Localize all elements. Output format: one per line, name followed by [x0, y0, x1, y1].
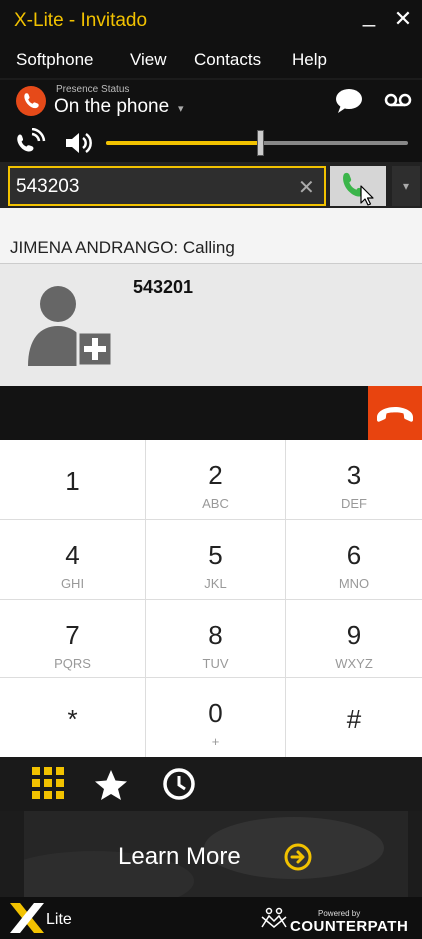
call-options-dropdown[interactable]: ▾ [392, 166, 420, 206]
powered-by-label: Powered by [318, 909, 361, 918]
history-clock-icon[interactable] [162, 767, 196, 806]
dial-key-5[interactable]: 5 JKL [146, 520, 286, 600]
key-digit: 7 [65, 620, 80, 650]
active-call-bar [0, 386, 422, 440]
volume-slider[interactable] [106, 130, 408, 156]
brand-name: Lite [46, 911, 72, 928]
dialpad-grid-icon[interactable] [32, 767, 64, 804]
hangup-button[interactable] [368, 386, 422, 440]
dial-key-7[interactable]: 7 PQRS [0, 600, 146, 678]
dial-key-3[interactable]: 3 DEF [286, 440, 422, 520]
menu-view[interactable]: View [130, 50, 167, 70]
hangup-icon [377, 407, 413, 422]
key-letters: WXYZ [335, 656, 373, 671]
dial-key-hash[interactable]: # [286, 678, 422, 757]
call-status-bar: JIMENA ANDRANGO: Calling [0, 208, 422, 264]
key-digit: 9 [346, 620, 362, 650]
key-digit: # [346, 704, 362, 734]
add-contact-icon[interactable] [24, 284, 116, 373]
call-status-text: JIMENA ANDRANGO: Calling [10, 238, 235, 257]
menu-bar: Softphone View Contacts Help [0, 44, 422, 78]
bottom-nav [0, 757, 422, 811]
key-digit: 8 [208, 620, 223, 650]
key-letters: PQRS [54, 656, 91, 671]
volume-slider-fill [106, 141, 261, 145]
dial-key-star[interactable]: * [0, 678, 146, 757]
key-letters: GHI [60, 576, 85, 591]
key-digit: 1 [65, 466, 80, 496]
dial-key-2[interactable]: 2 ABC [146, 440, 286, 520]
key-letters: + [211, 734, 220, 749]
dial-number-value: 543203 [16, 176, 80, 197]
speaker-icon[interactable] [64, 130, 96, 161]
minimize-button[interactable]: _ [356, 2, 382, 28]
learn-more-banner[interactable]: Learn More [24, 811, 408, 897]
key-digit: 4 [65, 540, 80, 570]
menu-softphone[interactable]: Softphone [16, 50, 94, 70]
clear-icon[interactable]: ✕ [298, 175, 315, 200]
key-letters: ABC [202, 496, 229, 511]
dial-key-9[interactable]: 9 WXYZ [286, 600, 422, 678]
chat-icon[interactable] [334, 88, 364, 119]
footer: Lite Powered by COUNTERPATH [0, 897, 422, 939]
key-digit: * [67, 704, 78, 734]
key-letters: JKL [204, 576, 227, 591]
key-digit: 3 [346, 460, 362, 490]
learn-more-label: Learn More [118, 843, 241, 870]
phone-volume-icon[interactable] [12, 127, 46, 163]
call-icon [343, 172, 374, 206]
voicemail-icon[interactable] [384, 92, 412, 113]
dial-key-4[interactable]: 4 GHI [0, 520, 146, 600]
phone-icon [24, 93, 39, 109]
xlite-logo-icon [8, 901, 46, 939]
app-title: X-Lite - Invitado [14, 10, 148, 31]
key-letters: DEF [341, 496, 367, 511]
close-button[interactable]: ✕ [390, 6, 416, 32]
call-panel: JIMENA ANDRANGO: Calling 543201 [0, 208, 422, 386]
presence-status-icon[interactable] [16, 86, 46, 116]
call-number: 543201 [133, 277, 194, 297]
menu-help[interactable]: Help [292, 50, 327, 70]
key-digit: 5 [208, 540, 223, 570]
presence-small-label: Presence Status [56, 84, 130, 95]
favorites-star-icon[interactable] [94, 769, 128, 806]
call-button[interactable] [330, 166, 386, 206]
arrow-right-circle-icon [284, 843, 312, 876]
presence-bar: Presence Status On the phone ▾ [0, 80, 422, 124]
presence-status[interactable]: On the phone [54, 96, 169, 118]
key-digit: 6 [346, 540, 362, 570]
key-digit: 2 [208, 460, 223, 490]
dial-key-6[interactable]: 6 MNO [286, 520, 422, 600]
dial-number-input[interactable]: 543203 ✕ [8, 166, 326, 206]
chevron-down-icon[interactable]: ▾ [178, 102, 184, 115]
menu-contacts[interactable]: Contacts [194, 50, 261, 70]
dial-key-0[interactable]: 0 + [146, 678, 286, 757]
company-name: COUNTERPATH [290, 918, 409, 935]
volume-bar [0, 124, 422, 162]
dial-pad: 1 2 ABC 3 DEF 4 GHI 5 JKL 6 MNO 7 PQRS 8… [0, 440, 422, 757]
dial-key-1[interactable]: 1 [0, 440, 146, 520]
dial-row: 543203 ✕ ▾ [0, 162, 422, 208]
key-digit: 0 [208, 698, 223, 728]
key-letters: MNO [338, 576, 370, 591]
counterpath-logo-icon [260, 907, 288, 934]
key-letters: TUV [202, 656, 229, 671]
dial-key-8[interactable]: 8 TUV [146, 600, 286, 678]
title-bar: X-Lite - Invitado _ ✕ [0, 0, 422, 44]
volume-slider-thumb[interactable] [257, 130, 265, 156]
